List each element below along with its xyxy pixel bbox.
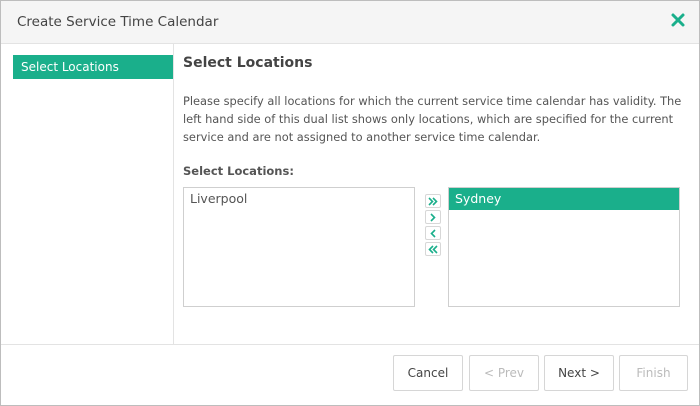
cancel-button[interactable]: Cancel [393,355,463,391]
select-locations-label: Select Locations: [183,164,294,178]
double-chevron-right-icon [428,197,438,206]
next-button[interactable]: Next > [544,355,614,391]
wizard-step-select-locations[interactable]: Select Locations [13,55,173,79]
move-right-button[interactable] [425,210,441,224]
step-description: Please specify all locations for which t… [183,94,682,144]
chevron-left-icon [430,229,436,238]
move-all-right-button[interactable] [425,194,441,208]
section-title: Select Locations [183,55,313,71]
wizard-step-nav: Select Locations [1,44,174,344]
create-service-time-calendar-dialog: Create Service Time Calendar Select Loca… [0,0,700,406]
dialog-title: Create Service Time Calendar [17,14,219,30]
list-item[interactable]: Sydney [449,188,679,210]
chevron-right-icon [430,213,436,222]
move-left-button[interactable] [425,226,441,240]
close-icon[interactable] [669,11,687,29]
dialog-header: Create Service Time Calendar [1,1,699,44]
prev-button[interactable]: < Prev [469,355,539,391]
dialog-footer: Cancel < Prev Next > Finish [1,344,699,405]
dual-list-mover-buttons [425,194,441,258]
move-all-left-button[interactable] [425,242,441,256]
selected-locations-list[interactable]: Sydney [448,187,680,307]
available-locations-list[interactable]: Liverpool [183,187,415,307]
double-chevron-left-icon [428,245,438,254]
finish-button[interactable]: Finish [619,355,688,391]
list-item[interactable]: Liverpool [184,188,414,210]
